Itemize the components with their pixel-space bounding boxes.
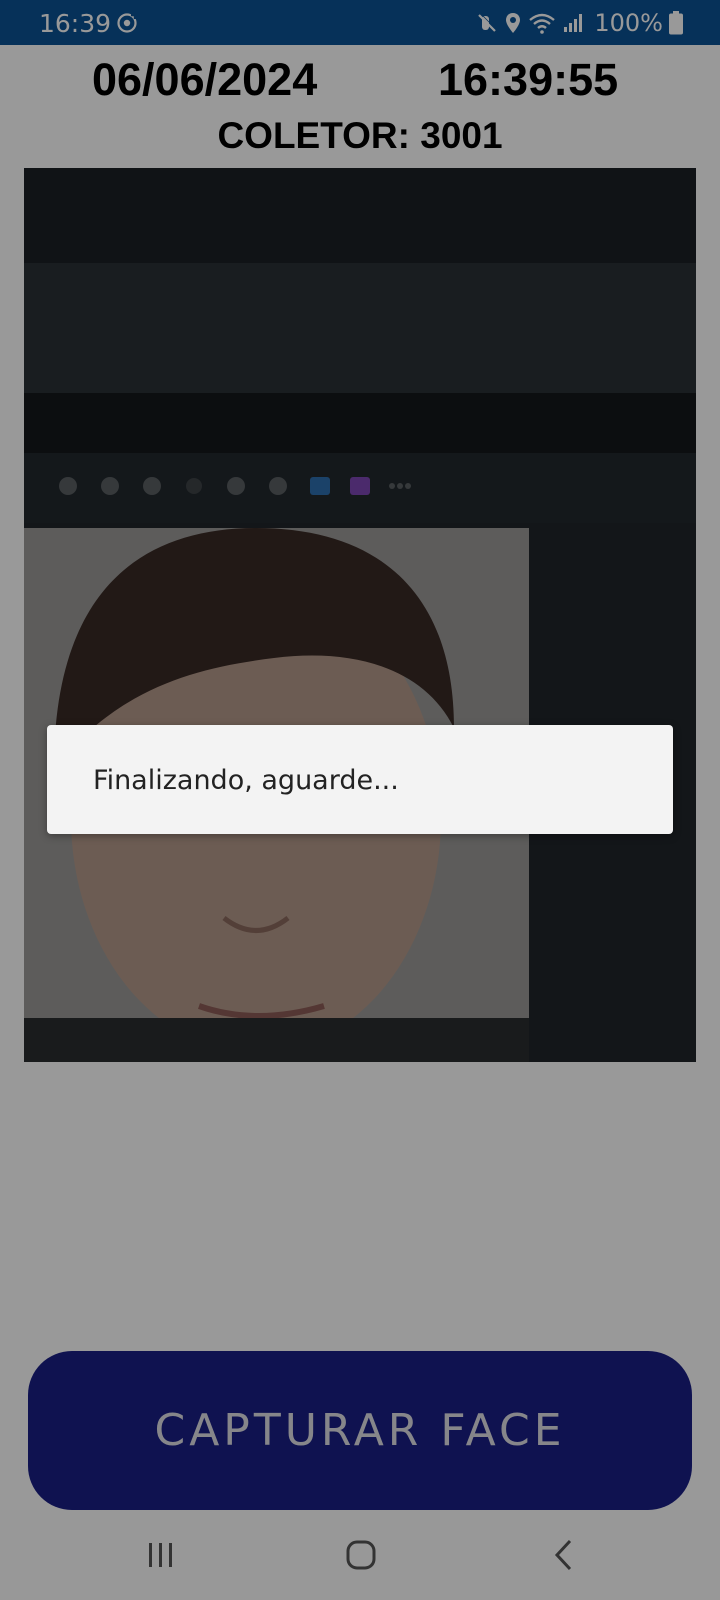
dialog-message: Finalizando, aguarde... [93, 765, 399, 796]
progress-dialog: Finalizando, aguarde... [47, 725, 673, 834]
